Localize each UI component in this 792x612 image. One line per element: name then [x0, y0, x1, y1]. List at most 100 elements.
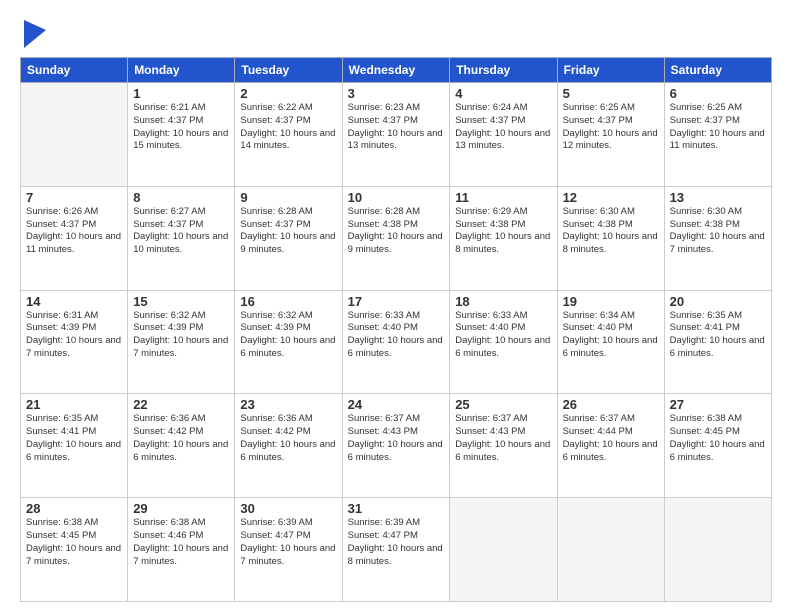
day-info: Sunrise: 6:22 AM Sunset: 4:37 PM Dayligh…: [240, 102, 336, 153]
day-cell: 2Sunrise: 6:22 AM Sunset: 4:37 PM Daylig…: [235, 83, 342, 187]
day-cell: 1Sunrise: 6:21 AM Sunset: 4:37 PM Daylig…: [128, 83, 235, 187]
day-info: Sunrise: 6:29 AM Sunset: 4:38 PM Dayligh…: [455, 206, 551, 257]
day-cell: 13Sunrise: 6:30 AM Sunset: 4:38 PM Dayli…: [664, 186, 771, 290]
col-header-monday: Monday: [128, 58, 235, 83]
day-cell: 17Sunrise: 6:33 AM Sunset: 4:40 PM Dayli…: [342, 290, 450, 394]
day-cell: 4Sunrise: 6:24 AM Sunset: 4:37 PM Daylig…: [450, 83, 557, 187]
week-row-1: 1Sunrise: 6:21 AM Sunset: 4:37 PM Daylig…: [21, 83, 772, 187]
day-info: Sunrise: 6:30 AM Sunset: 4:38 PM Dayligh…: [670, 206, 766, 257]
day-info: Sunrise: 6:37 AM Sunset: 4:44 PM Dayligh…: [563, 413, 659, 464]
day-cell: 8Sunrise: 6:27 AM Sunset: 4:37 PM Daylig…: [128, 186, 235, 290]
day-info: Sunrise: 6:31 AM Sunset: 4:39 PM Dayligh…: [26, 310, 122, 361]
header: [20, 18, 772, 51]
day-info: Sunrise: 6:30 AM Sunset: 4:38 PM Dayligh…: [563, 206, 659, 257]
col-header-wednesday: Wednesday: [342, 58, 450, 83]
day-cell: 9Sunrise: 6:28 AM Sunset: 4:37 PM Daylig…: [235, 186, 342, 290]
day-cell: 23Sunrise: 6:36 AM Sunset: 4:42 PM Dayli…: [235, 394, 342, 498]
day-number: 17: [348, 294, 445, 309]
day-info: Sunrise: 6:28 AM Sunset: 4:38 PM Dayligh…: [348, 206, 445, 257]
day-number: 21: [26, 397, 122, 412]
col-header-friday: Friday: [557, 58, 664, 83]
day-info: Sunrise: 6:35 AM Sunset: 4:41 PM Dayligh…: [670, 310, 766, 361]
day-number: 29: [133, 501, 229, 516]
header-row: SundayMondayTuesdayWednesdayThursdayFrid…: [21, 58, 772, 83]
day-cell: 20Sunrise: 6:35 AM Sunset: 4:41 PM Dayli…: [664, 290, 771, 394]
day-number: 4: [455, 86, 551, 101]
day-info: Sunrise: 6:33 AM Sunset: 4:40 PM Dayligh…: [348, 310, 445, 361]
day-info: Sunrise: 6:32 AM Sunset: 4:39 PM Dayligh…: [133, 310, 229, 361]
day-number: 11: [455, 190, 551, 205]
day-info: Sunrise: 6:26 AM Sunset: 4:37 PM Dayligh…: [26, 206, 122, 257]
day-cell: 26Sunrise: 6:37 AM Sunset: 4:44 PM Dayli…: [557, 394, 664, 498]
day-info: Sunrise: 6:21 AM Sunset: 4:37 PM Dayligh…: [133, 102, 229, 153]
day-number: 7: [26, 190, 122, 205]
day-number: 9: [240, 190, 336, 205]
day-cell: 24Sunrise: 6:37 AM Sunset: 4:43 PM Dayli…: [342, 394, 450, 498]
week-row-3: 14Sunrise: 6:31 AM Sunset: 4:39 PM Dayli…: [21, 290, 772, 394]
col-header-tuesday: Tuesday: [235, 58, 342, 83]
day-cell: [664, 498, 771, 602]
day-cell: 10Sunrise: 6:28 AM Sunset: 4:38 PM Dayli…: [342, 186, 450, 290]
day-number: 23: [240, 397, 336, 412]
day-info: Sunrise: 6:36 AM Sunset: 4:42 PM Dayligh…: [133, 413, 229, 464]
day-number: 16: [240, 294, 336, 309]
day-info: Sunrise: 6:36 AM Sunset: 4:42 PM Dayligh…: [240, 413, 336, 464]
day-info: Sunrise: 6:25 AM Sunset: 4:37 PM Dayligh…: [563, 102, 659, 153]
day-info: Sunrise: 6:38 AM Sunset: 4:45 PM Dayligh…: [26, 517, 122, 568]
day-number: 27: [670, 397, 766, 412]
day-info: Sunrise: 6:35 AM Sunset: 4:41 PM Dayligh…: [26, 413, 122, 464]
week-row-5: 28Sunrise: 6:38 AM Sunset: 4:45 PM Dayli…: [21, 498, 772, 602]
day-number: 26: [563, 397, 659, 412]
day-number: 30: [240, 501, 336, 516]
day-info: Sunrise: 6:38 AM Sunset: 4:45 PM Dayligh…: [670, 413, 766, 464]
day-cell: [21, 83, 128, 187]
day-number: 31: [348, 501, 445, 516]
week-row-2: 7Sunrise: 6:26 AM Sunset: 4:37 PM Daylig…: [21, 186, 772, 290]
day-cell: 15Sunrise: 6:32 AM Sunset: 4:39 PM Dayli…: [128, 290, 235, 394]
day-number: 3: [348, 86, 445, 101]
day-info: Sunrise: 6:27 AM Sunset: 4:37 PM Dayligh…: [133, 206, 229, 257]
day-number: 24: [348, 397, 445, 412]
day-number: 10: [348, 190, 445, 205]
day-cell: 6Sunrise: 6:25 AM Sunset: 4:37 PM Daylig…: [664, 83, 771, 187]
day-cell: 29Sunrise: 6:38 AM Sunset: 4:46 PM Dayli…: [128, 498, 235, 602]
day-number: 8: [133, 190, 229, 205]
day-info: Sunrise: 6:37 AM Sunset: 4:43 PM Dayligh…: [348, 413, 445, 464]
day-cell: 19Sunrise: 6:34 AM Sunset: 4:40 PM Dayli…: [557, 290, 664, 394]
day-info: Sunrise: 6:24 AM Sunset: 4:37 PM Dayligh…: [455, 102, 551, 153]
day-number: 14: [26, 294, 122, 309]
day-info: Sunrise: 6:33 AM Sunset: 4:40 PM Dayligh…: [455, 310, 551, 361]
day-cell: 14Sunrise: 6:31 AM Sunset: 4:39 PM Dayli…: [21, 290, 128, 394]
day-info: Sunrise: 6:25 AM Sunset: 4:37 PM Dayligh…: [670, 102, 766, 153]
day-number: 15: [133, 294, 229, 309]
day-cell: 16Sunrise: 6:32 AM Sunset: 4:39 PM Dayli…: [235, 290, 342, 394]
day-info: Sunrise: 6:23 AM Sunset: 4:37 PM Dayligh…: [348, 102, 445, 153]
day-cell: 30Sunrise: 6:39 AM Sunset: 4:47 PM Dayli…: [235, 498, 342, 602]
col-header-thursday: Thursday: [450, 58, 557, 83]
day-cell: 25Sunrise: 6:37 AM Sunset: 4:43 PM Dayli…: [450, 394, 557, 498]
day-number: 19: [563, 294, 659, 309]
day-cell: [450, 498, 557, 602]
logo-icon: [24, 20, 46, 51]
col-header-saturday: Saturday: [664, 58, 771, 83]
day-number: 6: [670, 86, 766, 101]
page: SundayMondayTuesdayWednesdayThursdayFrid…: [0, 0, 792, 612]
day-cell: 21Sunrise: 6:35 AM Sunset: 4:41 PM Dayli…: [21, 394, 128, 498]
day-number: 28: [26, 501, 122, 516]
day-info: Sunrise: 6:32 AM Sunset: 4:39 PM Dayligh…: [240, 310, 336, 361]
day-cell: 5Sunrise: 6:25 AM Sunset: 4:37 PM Daylig…: [557, 83, 664, 187]
week-row-4: 21Sunrise: 6:35 AM Sunset: 4:41 PM Dayli…: [21, 394, 772, 498]
day-number: 13: [670, 190, 766, 205]
day-info: Sunrise: 6:39 AM Sunset: 4:47 PM Dayligh…: [240, 517, 336, 568]
day-info: Sunrise: 6:28 AM Sunset: 4:37 PM Dayligh…: [240, 206, 336, 257]
day-info: Sunrise: 6:37 AM Sunset: 4:43 PM Dayligh…: [455, 413, 551, 464]
day-cell: 3Sunrise: 6:23 AM Sunset: 4:37 PM Daylig…: [342, 83, 450, 187]
day-cell: 31Sunrise: 6:39 AM Sunset: 4:47 PM Dayli…: [342, 498, 450, 602]
day-cell: [557, 498, 664, 602]
day-cell: 12Sunrise: 6:30 AM Sunset: 4:38 PM Dayli…: [557, 186, 664, 290]
calendar: SundayMondayTuesdayWednesdayThursdayFrid…: [20, 57, 772, 602]
day-number: 25: [455, 397, 551, 412]
day-number: 20: [670, 294, 766, 309]
day-number: 5: [563, 86, 659, 101]
col-header-sunday: Sunday: [21, 58, 128, 83]
